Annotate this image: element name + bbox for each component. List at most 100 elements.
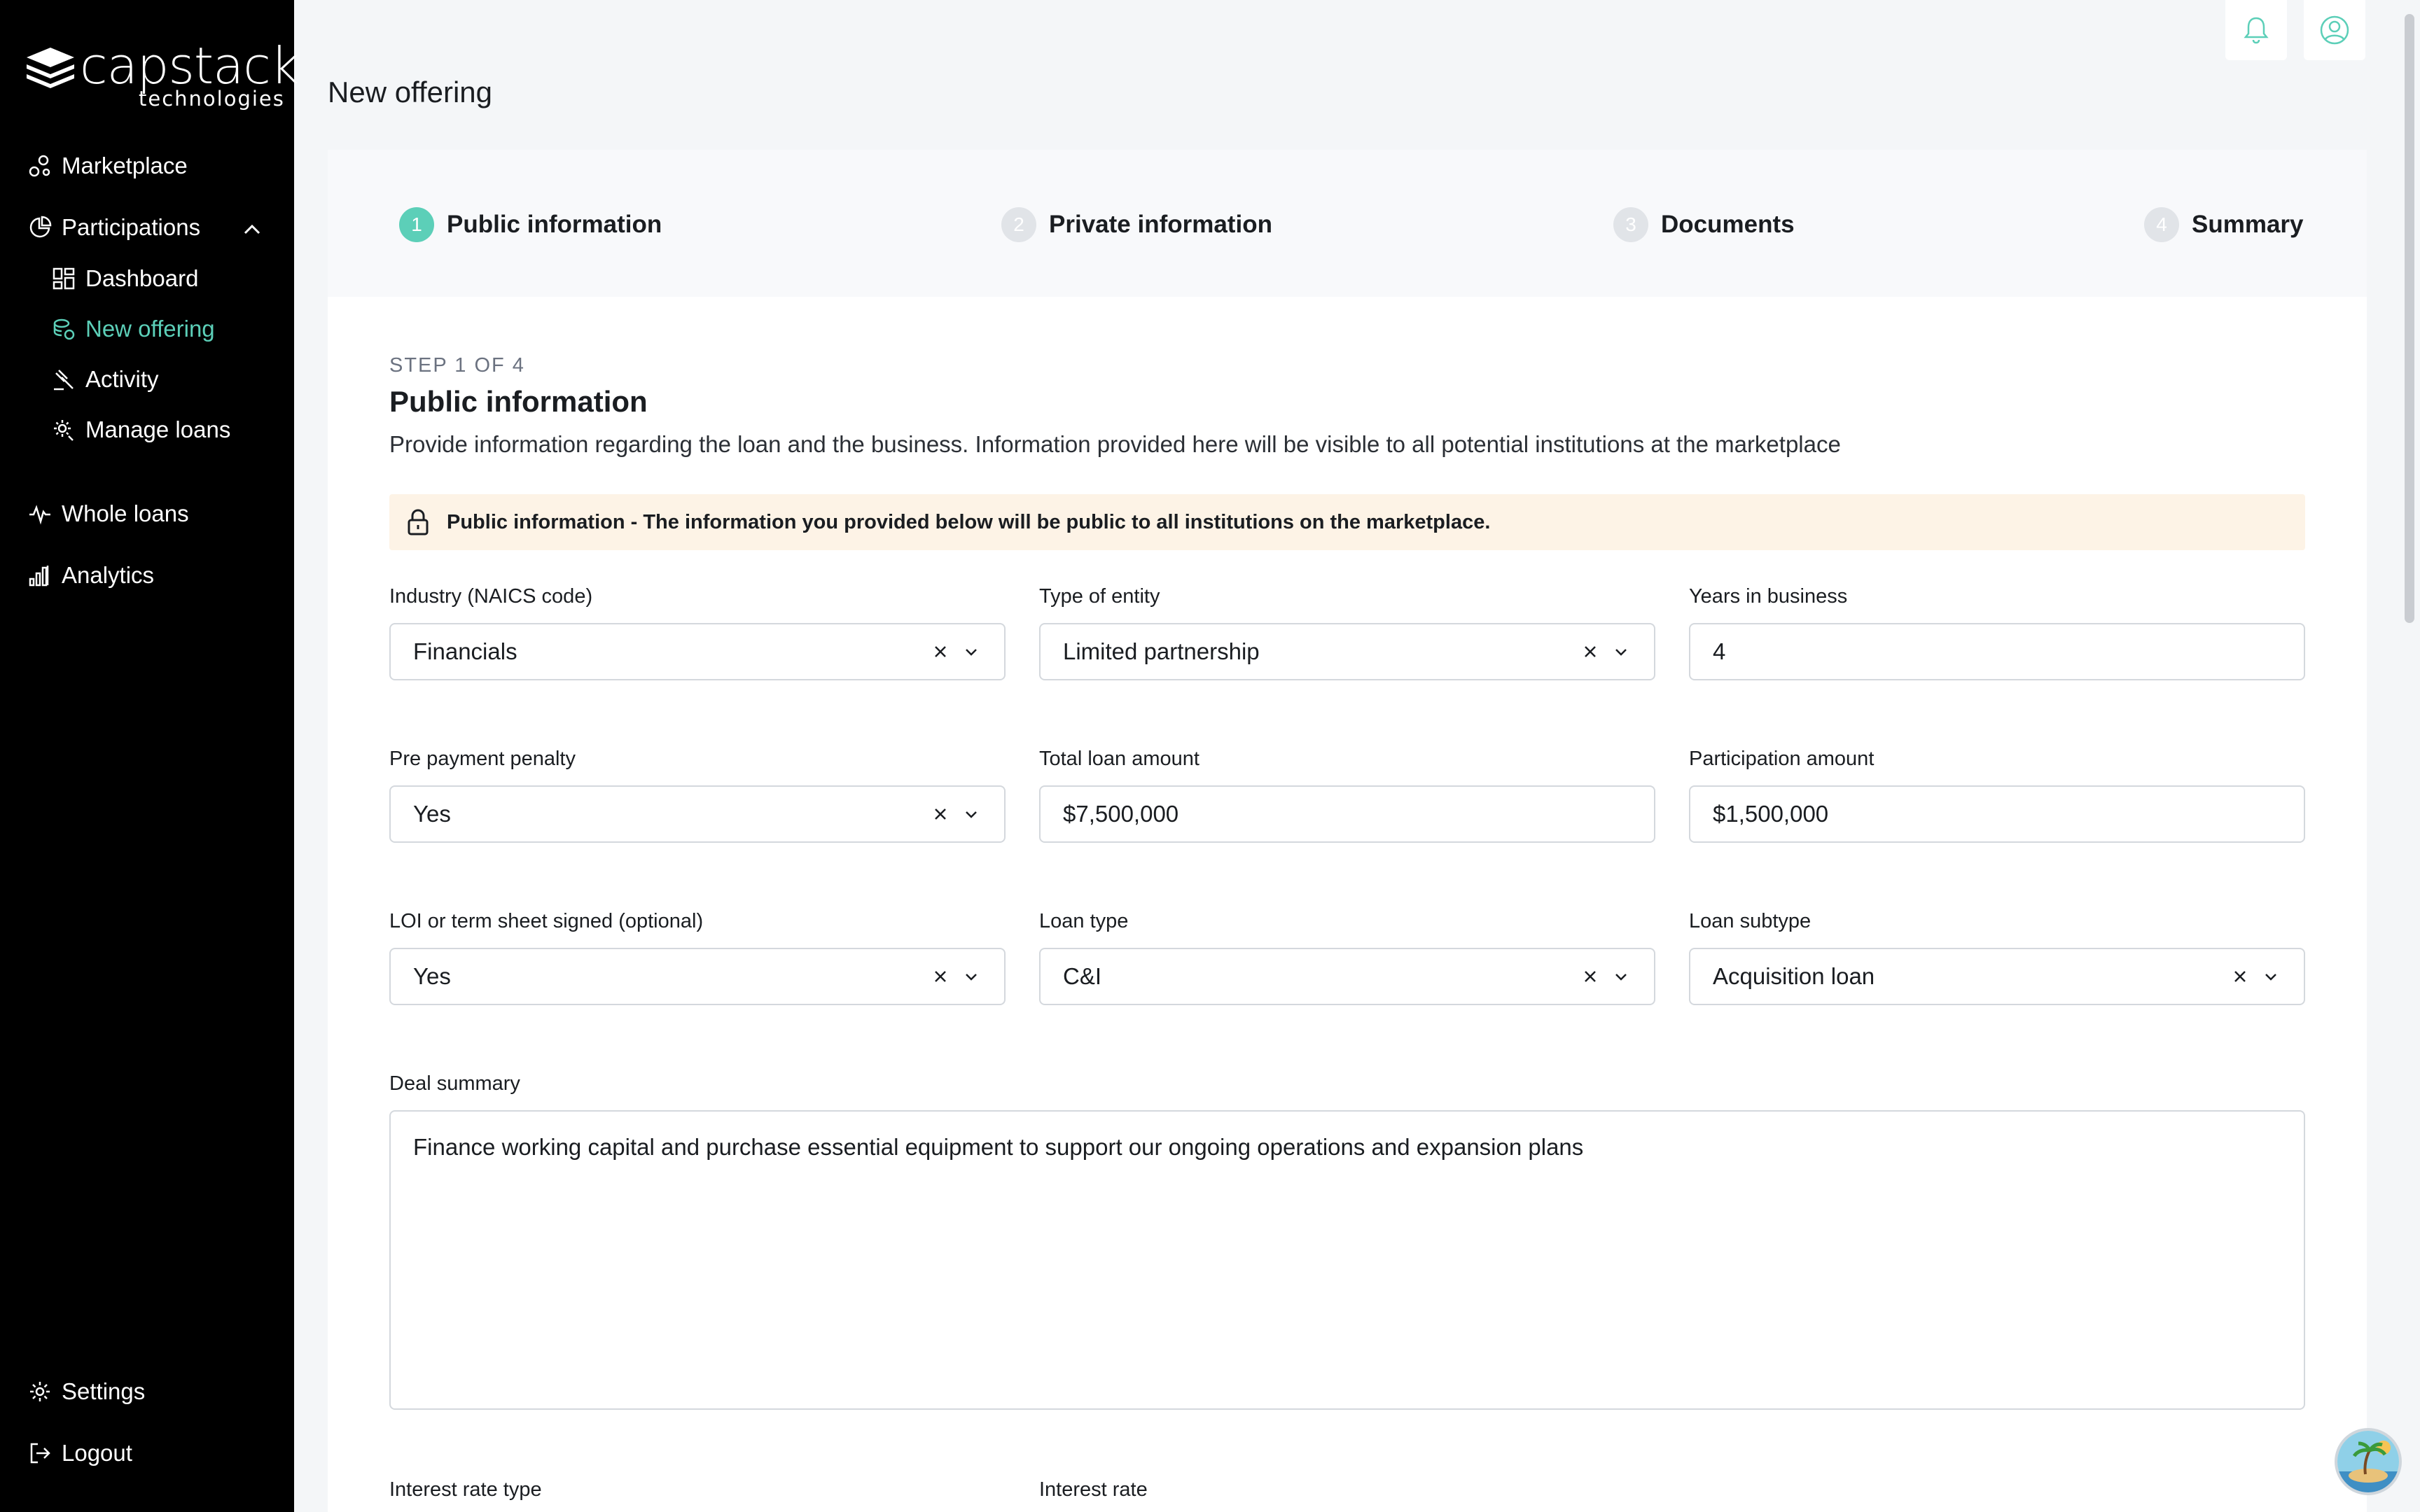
gavel-icon	[54, 370, 74, 391]
chevron-down-icon[interactable]	[961, 966, 982, 987]
close-icon[interactable]	[930, 641, 951, 662]
user-circle-icon	[2320, 15, 2349, 45]
total-loan-input[interactable]: $7,500,000	[1039, 785, 1655, 843]
marketplace-icon	[29, 155, 50, 177]
sidebar-item-marketplace[interactable]: Marketplace	[28, 148, 188, 184]
sidebar-item-manage-loans[interactable]: Manage loans	[52, 412, 230, 448]
step-label: Documents	[1661, 211, 1795, 238]
sidebar-item-logout[interactable]: Logout	[28, 1435, 132, 1471]
field-label: Years in business	[1689, 585, 1848, 608]
step-summary[interactable]: 4 Summary	[2144, 207, 2304, 242]
interest-rate-label: Interest rate	[1039, 1478, 1148, 1501]
total-loan-field: Total loan amount $7,500,000	[1039, 748, 1655, 843]
field-label: Total loan amount	[1039, 748, 1199, 770]
bar-chart-icon	[29, 566, 49, 587]
prepayment-select[interactable]: Yes	[389, 785, 1006, 843]
step-number: 3	[1613, 207, 1648, 242]
close-icon[interactable]	[930, 804, 951, 825]
sidebar-item-settings[interactable]: Settings	[28, 1373, 145, 1410]
step-public-information[interactable]: 1 Public information	[399, 207, 662, 242]
chevron-down-icon[interactable]	[2260, 966, 2281, 987]
lock-icon	[408, 509, 429, 536]
sidebar-item-label: Marketplace	[62, 153, 188, 178]
brand-subtitle: technologies	[139, 87, 285, 111]
form-card: STEP 1 OF 4 Public information Provide i…	[328, 297, 2367, 1512]
field-value: Limited partnership	[1063, 638, 1260, 664]
sidebar-item-label: Whole loans	[62, 500, 189, 526]
pulse-icon	[29, 505, 50, 525]
loi-select[interactable]: Yes	[389, 948, 1006, 1005]
stepper: 1 Public information 2 Private informati…	[328, 150, 2367, 297]
field-label: Type of entity	[1039, 585, 1160, 608]
sidebar-item-label: Manage loans	[85, 416, 231, 442]
close-icon[interactable]	[930, 966, 951, 987]
sidebar-item-analytics[interactable]: Analytics	[28, 557, 154, 594]
public-notice-banner: Public information - The information you…	[389, 494, 2305, 550]
participation-input[interactable]: $1,500,000	[1689, 785, 2305, 843]
close-icon[interactable]	[1580, 966, 1601, 987]
step-private-information[interactable]: 2 Private information	[1001, 207, 1272, 242]
field-value: Yes	[413, 801, 451, 827]
loan-subtype-select[interactable]: Acquisition loan	[1689, 948, 2305, 1005]
bell-icon	[2244, 17, 2269, 44]
entity-select[interactable]: Limited partnership	[1039, 623, 1655, 680]
profile-button[interactable]	[2304, 0, 2365, 60]
field-value: $1,500,000	[1713, 801, 1829, 827]
loan-type-select[interactable]: C&I	[1039, 948, 1655, 1005]
prepayment-field: Pre payment penalty Yes	[389, 748, 1006, 843]
industry-field: Industry (NAICS code) Financials	[389, 585, 1006, 680]
field-label: LOI or term sheet signed (optional)	[389, 910, 704, 932]
chevron-down-icon[interactable]	[961, 641, 982, 662]
years-input[interactable]: 4	[1689, 623, 2305, 680]
deal-summary-textarea[interactable]: Finance working capital and purchase ess…	[389, 1110, 2305, 1410]
loan-subtype-field: Loan subtype Acquisition loan	[1689, 910, 2305, 1005]
step-documents[interactable]: 3 Documents	[1613, 207, 1795, 242]
sidebar-item-participations[interactable]: Participations	[28, 209, 200, 246]
notifications-button[interactable]	[2225, 0, 2287, 60]
field-label: Loan type	[1039, 910, 1129, 932]
sidebar-item-label: Settings	[62, 1378, 146, 1404]
logout-icon	[30, 1443, 50, 1464]
app-root: capstack technologies Marketplace Partic…	[0, 0, 2420, 1512]
sidebar-item-dashboard[interactable]: Dashboard	[52, 260, 198, 297]
scrollbar-thumb[interactable]	[2405, 14, 2414, 623]
help-chat-button[interactable]	[2335, 1428, 2402, 1495]
years-field: Years in business 4	[1689, 585, 2305, 680]
step-count: STEP 1 OF 4	[389, 354, 525, 377]
field-label: Loan subtype	[1689, 910, 1811, 932]
field-value: Yes	[413, 963, 451, 989]
step-label: Private information	[1049, 211, 1272, 238]
sidebar-item-new-offering[interactable]: New offering	[52, 311, 215, 347]
field-label: Participation amount	[1689, 748, 1875, 770]
new-offering-icon	[53, 318, 75, 340]
close-icon[interactable]	[1580, 641, 1601, 662]
close-icon[interactable]	[2230, 966, 2251, 987]
step-number: 4	[2144, 207, 2179, 242]
sidebar-item-label: Logout	[62, 1440, 132, 1466]
field-value: C&I	[1063, 963, 1102, 989]
page-title: New offering	[328, 76, 493, 108]
manage-gear-icon	[54, 420, 74, 441]
chevron-down-icon[interactable]	[961, 804, 982, 825]
field-value: Acquisition loan	[1713, 963, 1875, 989]
chevron-up-icon[interactable]	[241, 218, 263, 241]
step-number: 2	[1001, 207, 1036, 242]
section-title: Public information	[389, 385, 648, 418]
sidebar-item-label: Activity	[85, 366, 159, 392]
field-label: Industry (NAICS code)	[389, 585, 593, 608]
industry-select[interactable]: Financials	[389, 623, 1006, 680]
field-value: Financials	[413, 638, 517, 664]
dashboard-icon	[53, 267, 75, 290]
participation-field: Participation amount $1,500,000	[1689, 748, 2305, 843]
chevron-down-icon[interactable]	[1611, 966, 1632, 987]
sidebar: capstack technologies Marketplace Partic…	[0, 0, 300, 1512]
entity-field: Type of entity Limited partnership	[1039, 585, 1655, 680]
notice-text: Public information - The information you…	[447, 510, 1491, 533]
chevron-down-icon[interactable]	[1611, 641, 1632, 662]
sidebar-item-activity[interactable]: Activity	[52, 361, 159, 398]
field-value: 4	[1713, 638, 1726, 664]
sidebar-item-label: Participations	[62, 214, 201, 240]
interest-rate-type-label: Interest rate type	[389, 1478, 542, 1501]
sidebar-item-whole-loans[interactable]: Whole loans	[28, 496, 189, 532]
brand-logo[interactable]: capstack technologies	[27, 36, 300, 111]
